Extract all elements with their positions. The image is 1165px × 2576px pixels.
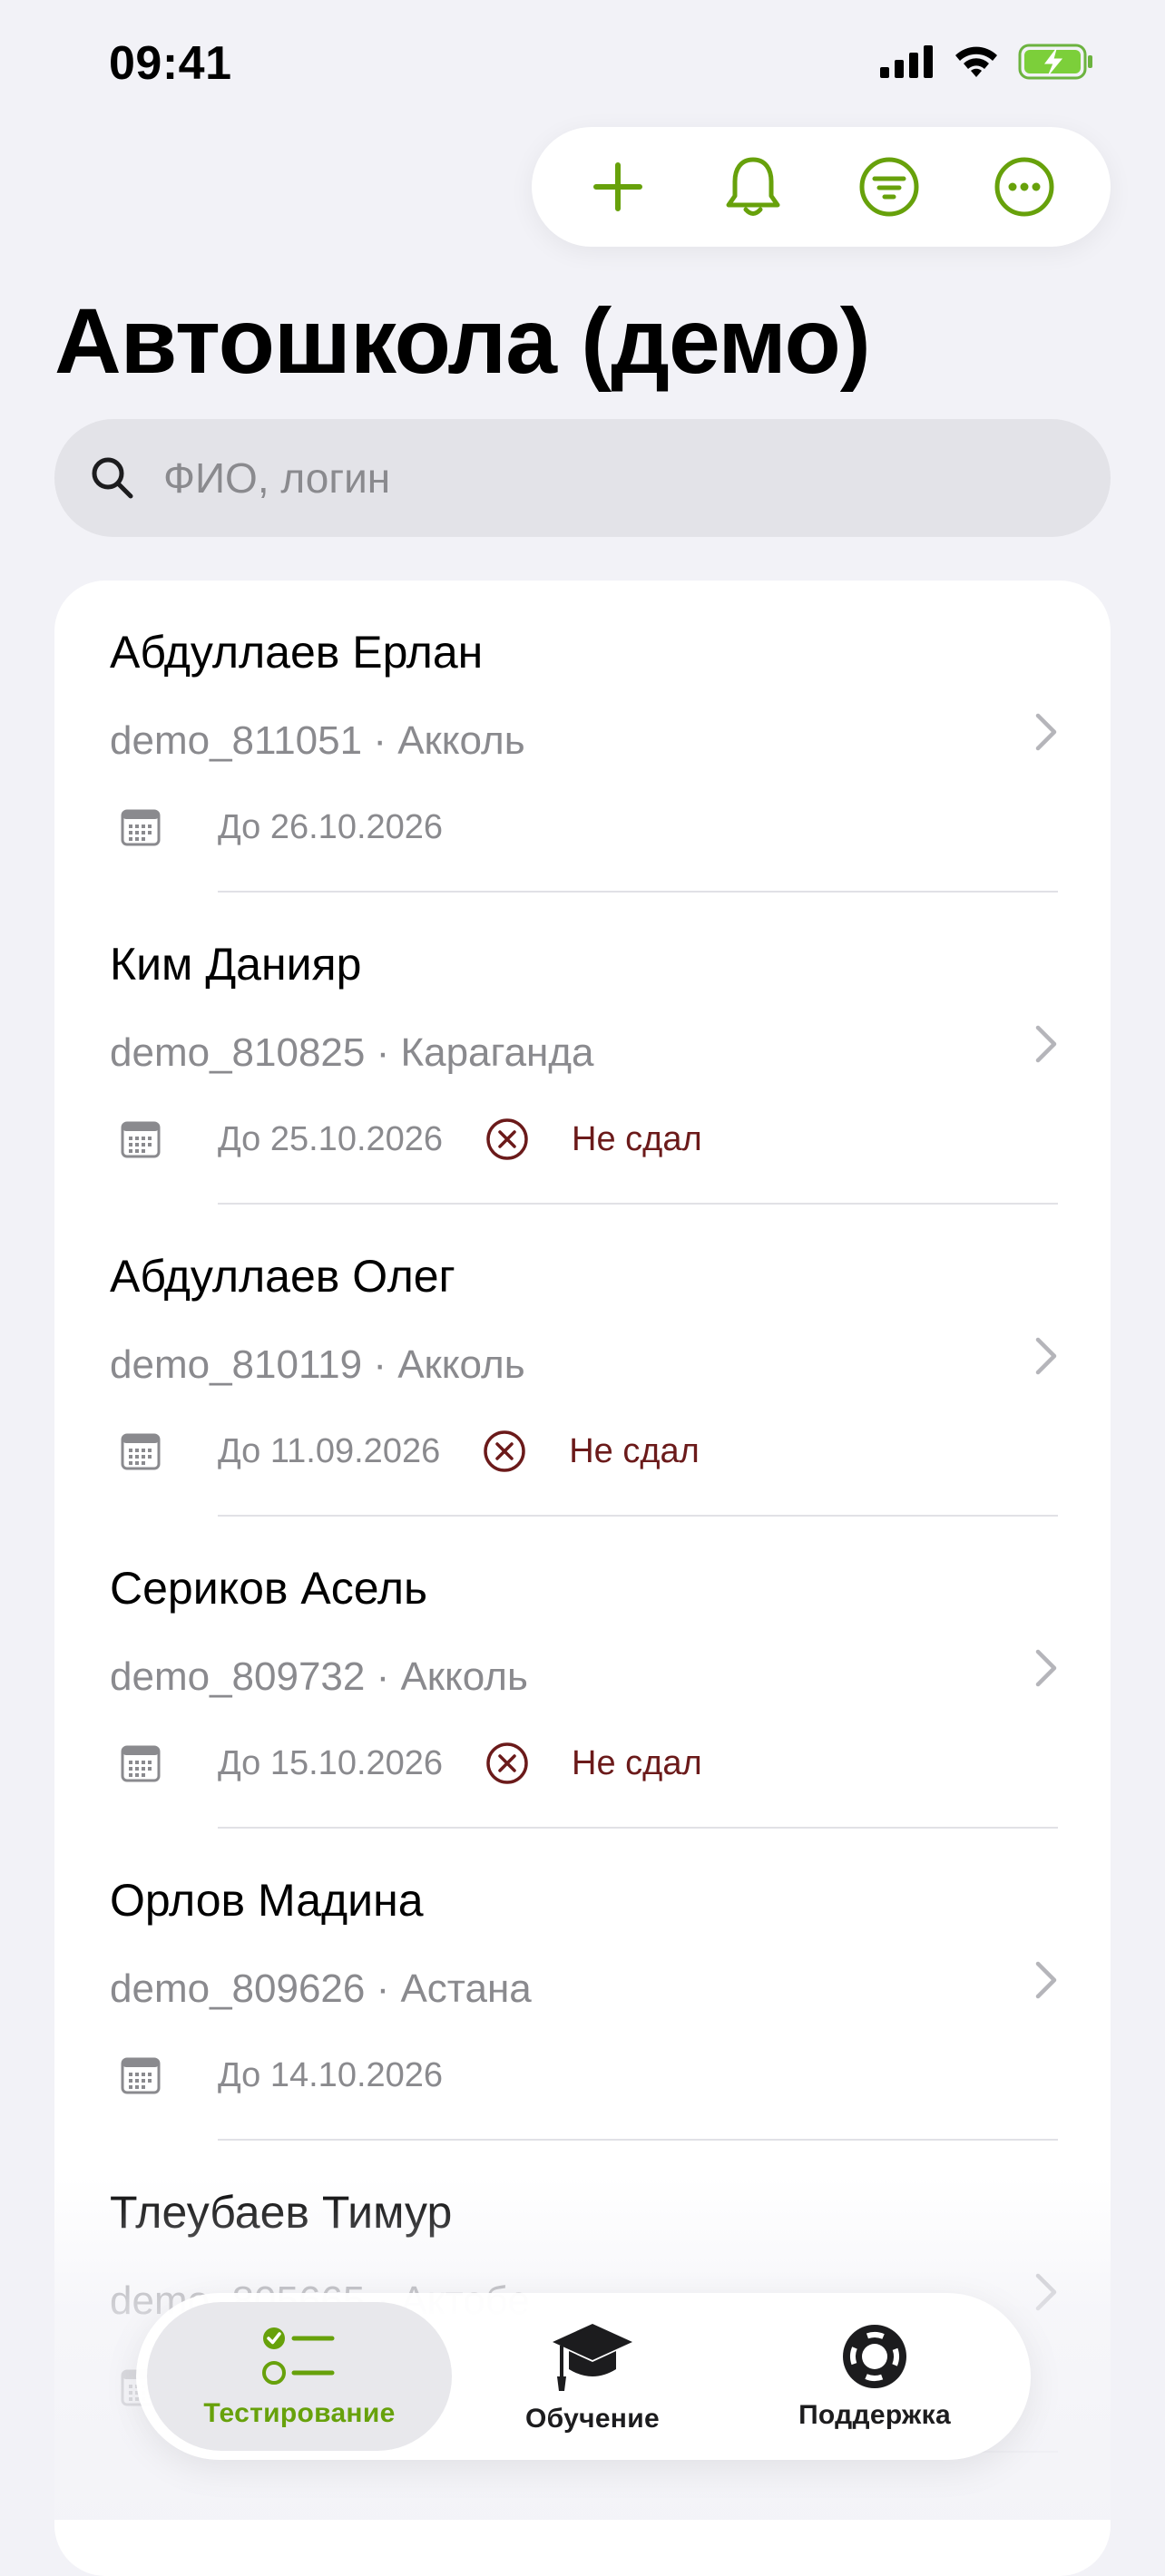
tab-label: Обучение [525, 2404, 660, 2434]
chevron-right-icon [1034, 1024, 1058, 1068]
calendar-icon [120, 806, 162, 848]
status-badge: Не сдал [482, 1429, 700, 1474]
student-expiry-date: До 26.10.2026 [218, 807, 444, 846]
filter-icon [859, 157, 919, 217]
student-login-city: demo_810119 · Акколь [110, 1342, 525, 1387]
student-expiry-date: До 25.10.2026 [218, 1119, 444, 1158]
plus-icon [592, 162, 642, 211]
filter-button[interactable] [844, 141, 935, 232]
student-login-city: demo_811051 · Акколь [110, 718, 525, 763]
page-title: Автошкола (демо) [54, 289, 871, 393]
status-time: 09:41 [109, 37, 232, 90]
calendar-icon [120, 1118, 162, 1160]
student-name: Орлов Мадина [110, 1875, 424, 1926]
tab-testing[interactable]: Тестирование [147, 2302, 452, 2451]
tab-label: Поддержка [798, 2400, 951, 2430]
calendar-icon [120, 1742, 162, 1784]
chevron-right-icon [1034, 712, 1058, 756]
student-meta: До 11.09.2026 Не сдал [120, 1424, 700, 1478]
student-meta: До 26.10.2026 [120, 800, 443, 854]
wifi-icon [955, 46, 997, 77]
student-row[interactable]: Сериков Асель demo_809732 · Акколь До 15.1… [54, 1517, 1111, 1829]
student-name: Абдуллаев Ерлан [110, 627, 484, 678]
student-expiry-date: До 11.09.2026 [218, 1431, 441, 1470]
search-input[interactable] [162, 453, 982, 503]
battery-charging-icon [1018, 44, 1092, 80]
student-row[interactable]: Абдуллаев Ерлан demo_811051 · Акколь До 26… [54, 581, 1111, 893]
more-icon [994, 157, 1054, 217]
tab-bar: Тестирование Обучение Поддержка [136, 2293, 1031, 2460]
status-badge: Не сдал [485, 1741, 702, 1786]
student-row[interactable]: Абдуллаев Олег demo_810119 · Акколь До 11.… [54, 1205, 1111, 1517]
failed-icon [482, 1429, 527, 1474]
failed-icon [485, 1117, 530, 1162]
student-name: Ким Данияр [110, 939, 362, 990]
chevron-right-icon [1034, 1648, 1058, 1693]
failed-icon [485, 1741, 530, 1786]
status-text: Не сдал [569, 1431, 700, 1470]
chevron-right-icon [1034, 1336, 1058, 1381]
chevron-right-icon [1034, 1960, 1058, 2005]
student-name: Абдуллаев Олег [110, 1251, 455, 1302]
top-toolbar [532, 127, 1111, 247]
student-meta: До 14.10.2026 [120, 2048, 443, 2103]
student-expiry-date: До 15.10.2026 [218, 1743, 444, 1782]
tab-learning[interactable]: Обучение [479, 2302, 706, 2451]
bell-icon [726, 157, 780, 216]
student-login-city: demo_809626 · Астана [110, 1966, 532, 2011]
notifications-button[interactable] [708, 141, 798, 232]
calendar-icon [120, 2054, 162, 2096]
status-text: Не сдал [572, 1119, 702, 1158]
calendar-icon [120, 1430, 162, 1472]
search-bar[interactable] [54, 419, 1111, 537]
tab-label: Тестирование [203, 2398, 396, 2428]
checklist-icon [262, 2327, 335, 2385]
student-row[interactable]: Орлов Мадина demo_809626 · Астана До 14.10… [54, 1829, 1111, 2141]
student-name: Сериков Асель [110, 1563, 428, 1614]
graduation-cap-icon [553, 2324, 632, 2391]
status-text: Не сдал [572, 1743, 702, 1782]
lifebuoy-icon [843, 2325, 906, 2388]
signal-icon [880, 45, 933, 78]
more-button[interactable] [979, 141, 1070, 232]
student-expiry-date: До 14.10.2026 [218, 2055, 444, 2094]
add-button[interactable] [573, 141, 663, 232]
student-meta: До 25.10.2026 Не сдал [120, 1112, 702, 1166]
status-badge: Не сдал [485, 1117, 702, 1162]
student-login-city: demo_809732 · Акколь [110, 1654, 528, 1699]
student-row[interactable]: Ким Данияр demo_810825 · Караганда До 25.1… [54, 893, 1111, 1205]
status-icons [880, 44, 1094, 80]
student-meta: До 15.10.2026 Не сдал [120, 1736, 702, 1791]
student-login-city: demo_810825 · Караганда [110, 1030, 594, 1075]
tab-support[interactable]: Поддержка [739, 2302, 1011, 2451]
search-icon [92, 457, 133, 499]
